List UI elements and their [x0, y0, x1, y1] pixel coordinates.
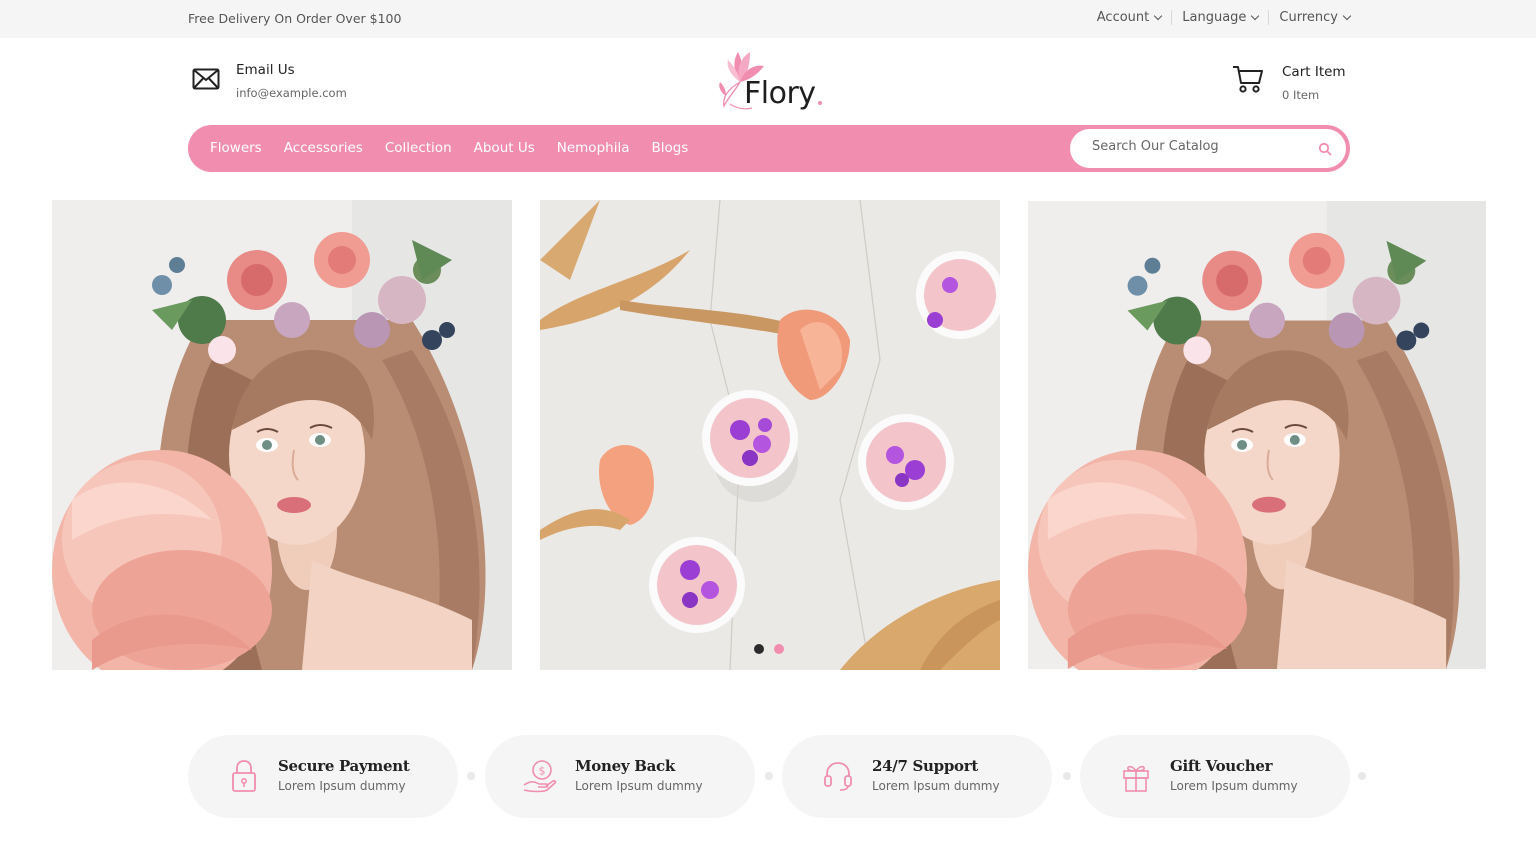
feature-desc: Lorem Ipsum dummy [575, 779, 703, 793]
chevron-down-icon [1251, 11, 1260, 20]
flower-crown-portrait-image [1028, 201, 1486, 670]
main-nav: Flowers Accessories Collection About Us … [188, 125, 1350, 172]
feature-connector [1358, 772, 1366, 780]
search-input[interactable] [1092, 139, 1312, 154]
search-box [1070, 129, 1346, 168]
feature-money-back: $ Money Back Lorem Ipsum dummy [485, 735, 755, 818]
feature-desc: Lorem Ipsum dummy [278, 779, 406, 793]
language-dropdown[interactable]: Language [1171, 10, 1268, 25]
currency-label: Currency [1279, 10, 1338, 25]
feature-title: 24/7 Support [872, 757, 978, 775]
slider-dot-1[interactable] [754, 644, 764, 654]
envelope-icon [192, 68, 220, 90]
feature-title: Secure Payment [278, 757, 410, 775]
banner-portrait-right[interactable] [1028, 200, 1486, 670]
site-header: Email Us info@example.com Flory Cart Ite… [0, 38, 1536, 124]
nav-item-blogs[interactable]: Blogs [651, 140, 688, 156]
slider-dot-2[interactable] [774, 644, 784, 654]
money-hand-icon: $ [523, 760, 557, 793]
email-address[interactable]: info@example.com [236, 86, 347, 100]
svg-text:$: $ [539, 765, 546, 778]
email-title: Email Us [236, 62, 295, 78]
search-icon[interactable] [1318, 142, 1332, 156]
free-delivery-notice: Free Delivery On Order Over $100 [188, 11, 402, 26]
nav-item-nemophila[interactable]: Nemophila [557, 140, 630, 156]
email-contact[interactable]: Email Us info@example.com [192, 62, 347, 100]
feature-connector [765, 772, 773, 780]
banner-portrait-left[interactable] [52, 200, 512, 670]
cart-icon [1233, 66, 1263, 93]
feature-connector [1063, 772, 1071, 780]
tulips-and-petal-bowls-image [540, 200, 1000, 670]
account-label: Account [1096, 10, 1150, 25]
cart-count: 0 Item [1282, 88, 1320, 102]
headset-icon [824, 762, 852, 791]
cart-title: Cart Item [1282, 64, 1346, 80]
site-logo[interactable]: Flory [712, 46, 832, 116]
feature-desc: Lorem Ipsum dummy [1170, 779, 1298, 793]
banner-tulips-center[interactable] [540, 200, 1000, 670]
nav-item-accessories[interactable]: Accessories [284, 140, 363, 156]
gift-icon [1123, 765, 1149, 792]
logo-text: Flory [744, 76, 816, 111]
slider-pagination [754, 644, 794, 654]
currency-dropdown[interactable]: Currency [1268, 10, 1352, 25]
feature-connector [467, 772, 475, 780]
lock-icon [232, 760, 256, 792]
chevron-down-icon [1342, 11, 1352, 20]
nav-item-flowers[interactable]: Flowers [210, 140, 262, 156]
chevron-down-icon [1154, 11, 1163, 20]
account-dropdown[interactable]: Account [1087, 10, 1172, 25]
cart-summary[interactable]: Cart Item 0 Item [1232, 64, 1346, 102]
top-menus: Account Language Currency [1087, 10, 1352, 25]
top-bar: Free Delivery On Order Over $100 Account… [0, 0, 1536, 38]
nav-item-about-us[interactable]: About Us [474, 140, 535, 156]
feature-support: 24/7 Support Lorem Ipsum dummy [782, 735, 1052, 818]
nav-item-collection[interactable]: Collection [385, 140, 452, 156]
feature-title: Gift Voucher [1170, 757, 1273, 775]
flower-crown-portrait-image [52, 200, 512, 670]
feature-gift-voucher: Gift Voucher Lorem Ipsum dummy [1080, 735, 1350, 818]
language-label: Language [1182, 10, 1247, 25]
feature-title: Money Back [575, 757, 675, 775]
feature-desc: Lorem Ipsum dummy [872, 779, 1000, 793]
feature-secure-payment: Secure Payment Lorem Ipsum dummy [188, 735, 458, 818]
